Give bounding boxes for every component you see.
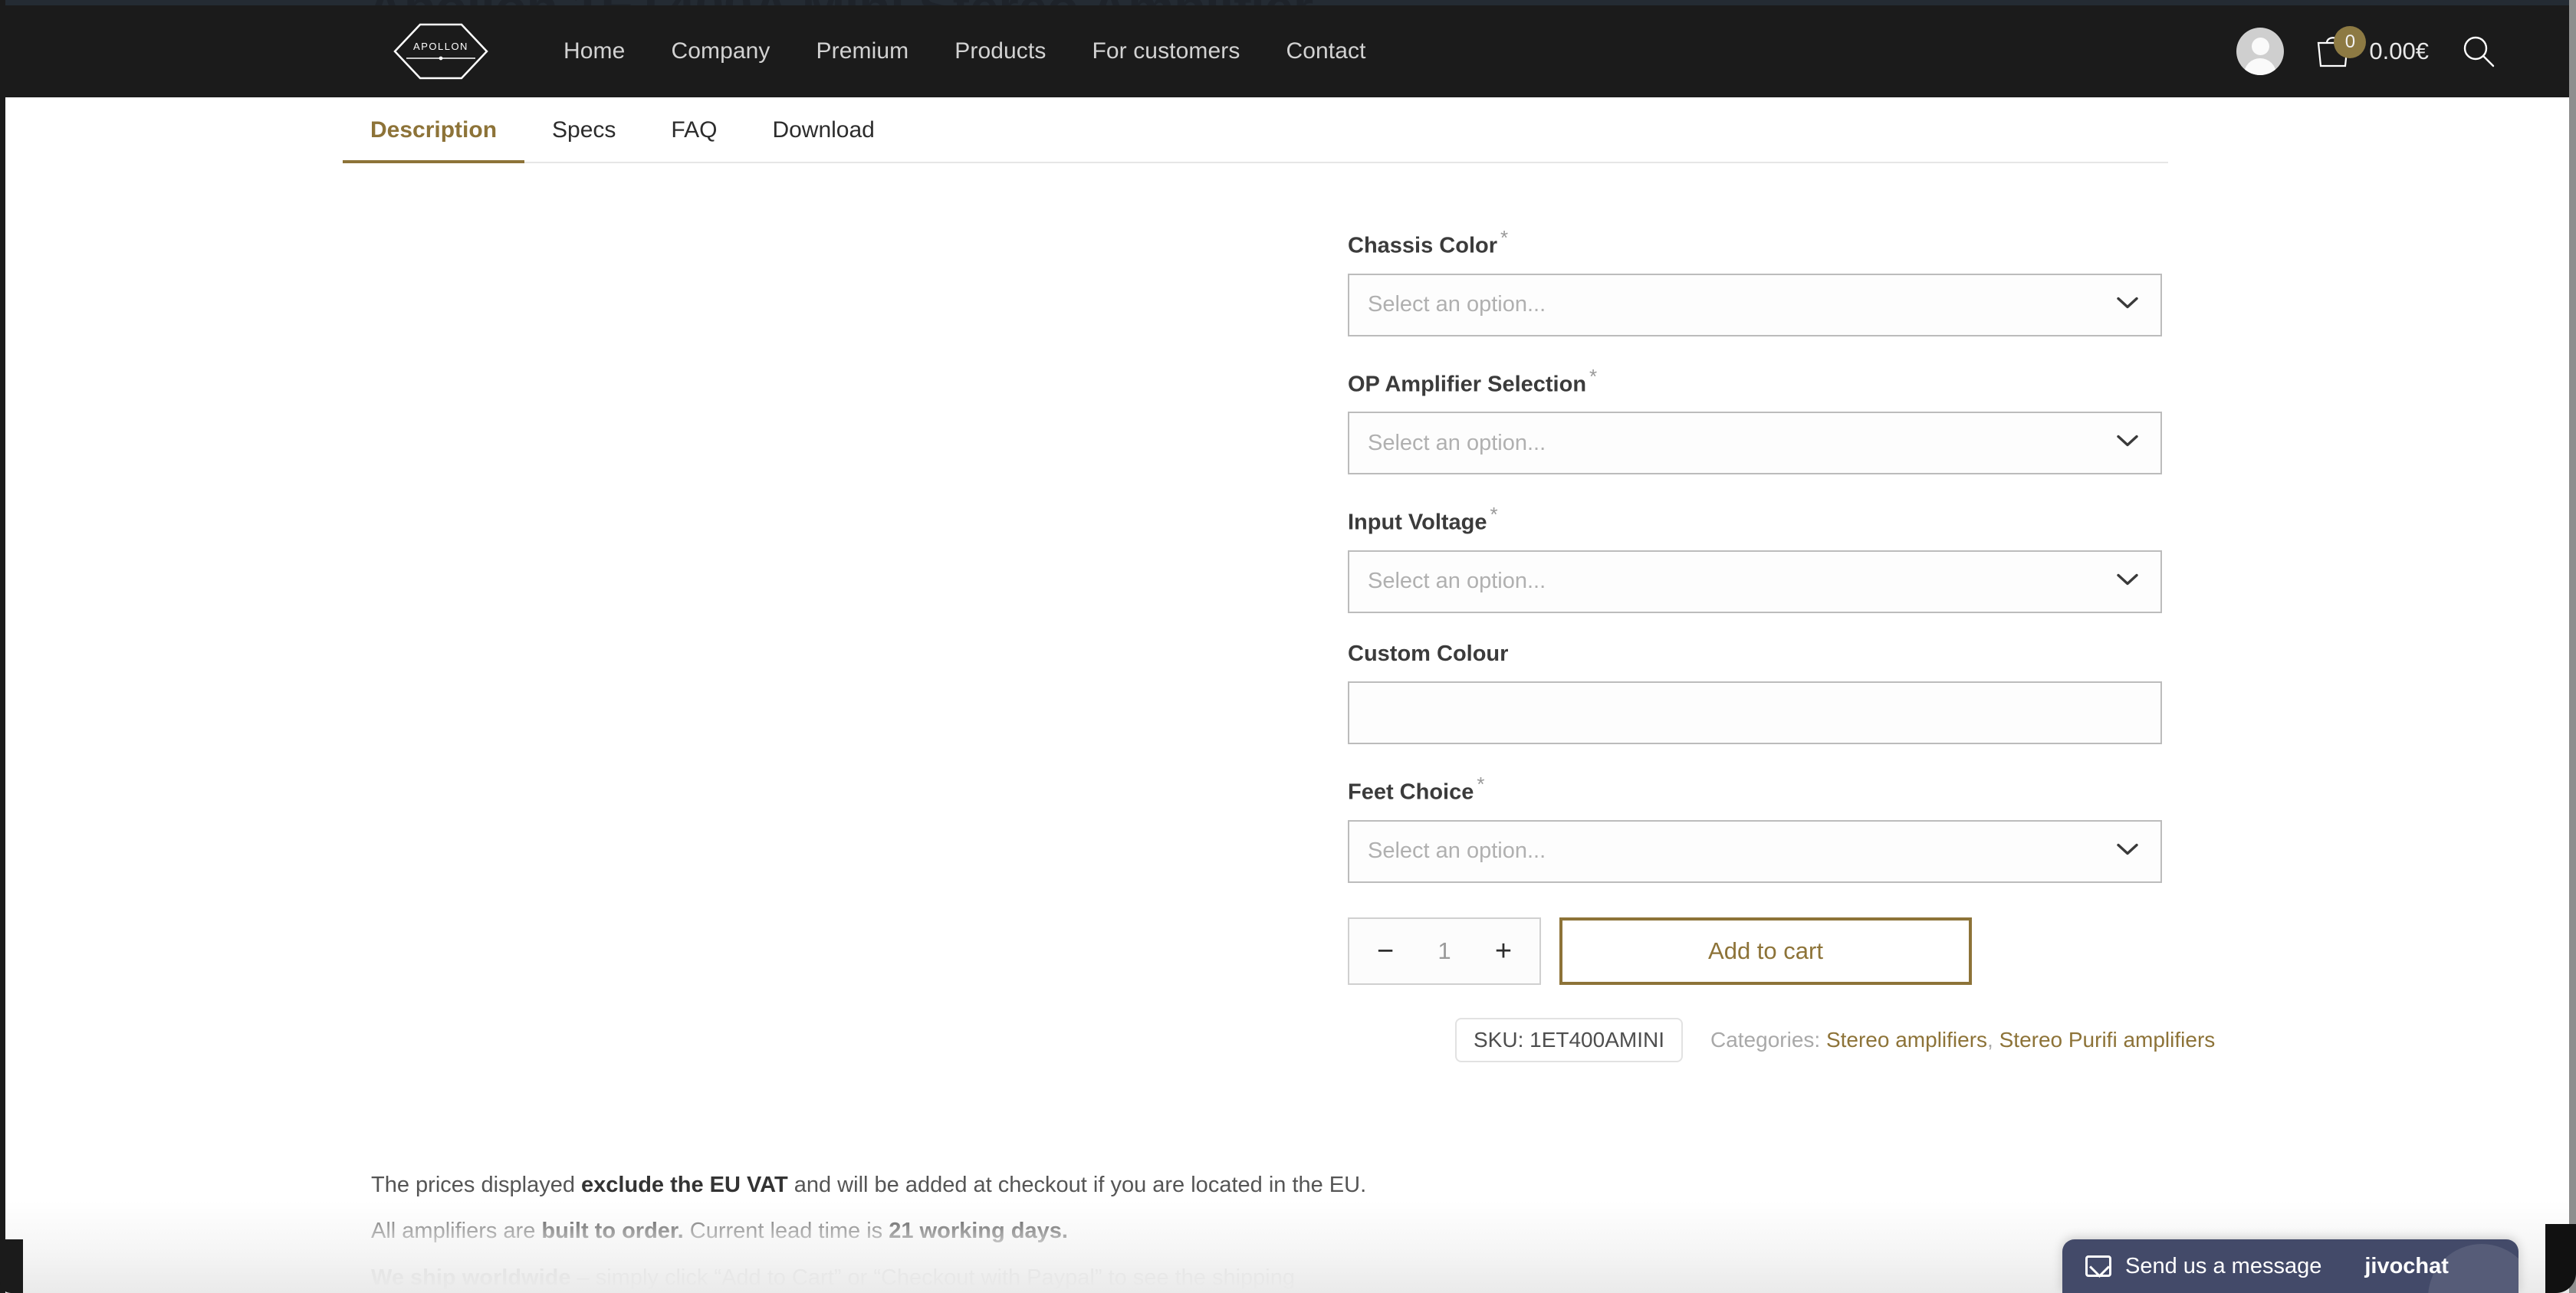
cart-total[interactable]: 0.00€: [2369, 38, 2429, 65]
tab-download[interactable]: Download: [772, 117, 874, 162]
categories-separator: ,: [1987, 1027, 1999, 1052]
product-tabs: Description Specs FAQ Download: [342, 97, 2168, 163]
jivochat-widget[interactable]: Send us a message jivochat: [2062, 1239, 2518, 1293]
add-to-cart-button[interactable]: Add to cart: [1559, 917, 1972, 985]
field-label-input-voltage: Input Voltage *: [1348, 503, 2162, 536]
sku-badge: SKU: 1ET400AMINI: [1455, 1017, 1683, 1062]
categories-label: Categories:: [1710, 1027, 1821, 1052]
product-meta: SKU: 1ET400AMINI Categories: Stereo ampl…: [1455, 1017, 2215, 1062]
categories: Categories: Stereo amplifiers, Stereo Pu…: [1710, 1028, 2215, 1052]
category-link-stereo-amplifiers[interactable]: Stereo amplifiers: [1826, 1028, 1987, 1052]
nav-item-contact[interactable]: Contact: [1263, 38, 1388, 64]
nav-item-products[interactable]: Products: [932, 38, 1069, 64]
product-options-form: Chassis Color * Select an option... OP Am…: [1348, 226, 2215, 1062]
note-emphasis-lead-time: 21 working days.: [889, 1219, 1068, 1244]
browser-bottom-right-corner: [2545, 1224, 2576, 1293]
chevron-down-icon: [2116, 296, 2139, 313]
select-placeholder: Select an option...: [1368, 838, 1546, 864]
field-input-voltage: Input Voltage * Select an option...: [1348, 503, 2162, 613]
category-link-stereo-purifi-amplifiers[interactable]: Stereo Purifi amplifiers: [1999, 1028, 2216, 1052]
browser-bottom-left-corner: [0, 1239, 23, 1293]
quantity-increase-button[interactable]: +: [1490, 937, 1516, 966]
cart-button[interactable]: 0: [2311, 26, 2367, 75]
required-asterisk: *: [1477, 772, 1485, 796]
svg-text:APOLLON: APOLLON: [413, 41, 468, 52]
nav-item-for-customers[interactable]: For customers: [1069, 38, 1263, 64]
note-emphasis-vat: exclude the EU VAT: [581, 1173, 788, 1197]
quantity-stepper: − +: [1348, 917, 1541, 985]
header-actions: 0 0.00€: [2236, 5, 2496, 97]
avatar-head-shape: [2251, 38, 2269, 55]
quantity-decrease-button[interactable]: −: [1372, 937, 1398, 966]
field-label-feet-choice: Feet Choice *: [1348, 773, 2162, 806]
page-root: Apollon 1ET400A Mini Stereo Amplifier AP…: [0, 0, 2576, 1293]
tab-faq[interactable]: FAQ: [671, 117, 717, 162]
field-chassis-color: Chassis Color * Select an option...: [1348, 226, 2162, 336]
jivochat-brand: jivochat: [2364, 1253, 2449, 1278]
site-header: APOLLON Home Company Premium Products Fo…: [5, 5, 2569, 97]
jivochat-message-label: Send us a message: [2125, 1253, 2322, 1278]
required-asterisk: *: [1589, 364, 1598, 388]
field-label-custom-colour: Custom Colour: [1348, 641, 1509, 666]
chevron-down-icon: [2116, 573, 2139, 590]
message-envelope-icon: [2085, 1255, 2111, 1277]
field-label-op-amplifier-selection: OP Amplifier Selection *: [1348, 365, 2162, 398]
select-feet-choice[interactable]: Select an option...: [1348, 819, 2162, 883]
apollon-logo[interactable]: APOLLON: [393, 22, 489, 80]
nav-item-premium[interactable]: Premium: [794, 38, 932, 64]
chevron-down-icon: [2116, 435, 2139, 452]
field-feet-choice: Feet Choice * Select an option...: [1348, 773, 2162, 883]
main-content: Description Specs FAQ Download: [5, 97, 2569, 163]
select-placeholder: Select an option...: [1368, 292, 1546, 317]
field-custom-colour: Custom Colour: [1348, 642, 2162, 744]
purchase-row: − + Add to cart: [1348, 917, 2162, 985]
field-label-chassis-color: Chassis Color *: [1348, 226, 2162, 259]
avatar[interactable]: [2236, 28, 2285, 75]
field-op-amplifier-selection: OP Amplifier Selection * Select an option…: [1348, 365, 2162, 475]
note-text: Current lead time is: [683, 1219, 889, 1244]
search-icon[interactable]: [2461, 34, 2496, 69]
shipping-note: The prices displayed exclude the EU VAT …: [371, 1162, 1368, 1293]
select-chassis-color[interactable]: Select an option...: [1348, 273, 2162, 336]
label-text: Feet Choice: [1348, 779, 1474, 805]
nav-item-company[interactable]: Company: [648, 38, 793, 64]
required-asterisk: *: [1500, 226, 1509, 249]
note-emphasis-worldwide: We ship worldwide: [371, 1265, 571, 1290]
select-placeholder: Select an option...: [1368, 430, 1546, 455]
custom-colour-input[interactable]: [1348, 681, 2162, 744]
required-asterisk: *: [1490, 503, 1498, 527]
quantity-input[interactable]: [1421, 937, 1467, 965]
select-placeholder: Select an option...: [1368, 569, 1546, 594]
nav-item-home[interactable]: Home: [540, 38, 648, 64]
shipping-note-paragraph-1: The prices displayed exclude the EU VAT …: [371, 1162, 1368, 1255]
browser-left-edge: [0, 0, 5, 1293]
label-text: OP Amplifier Selection: [1348, 372, 1587, 397]
label-text: Chassis Color: [1348, 233, 1497, 258]
label-text: Input Voltage: [1348, 510, 1487, 535]
cart-count-badge: 0: [2334, 26, 2367, 58]
note-text: The prices displayed: [371, 1173, 582, 1197]
shipping-note-paragraph-2: We ship worldwide – simply click “Add to…: [371, 1255, 1368, 1293]
avatar-body-shape: [2244, 58, 2277, 75]
note-emphasis-built-to-order: built to order.: [541, 1219, 684, 1244]
tab-description[interactable]: Description: [342, 117, 525, 163]
note-text: – simply click “Add to Cart” or “Checkou…: [570, 1265, 1296, 1290]
tab-specs[interactable]: Specs: [552, 117, 616, 162]
main-nav: Home Company Premium Products For custom…: [540, 5, 1389, 97]
browser-right-edge: [2569, 0, 2576, 1293]
select-op-amplifier-selection[interactable]: Select an option...: [1348, 412, 2162, 475]
chevron-down-icon: [2116, 842, 2139, 860]
select-input-voltage[interactable]: Select an option...: [1348, 550, 2162, 613]
